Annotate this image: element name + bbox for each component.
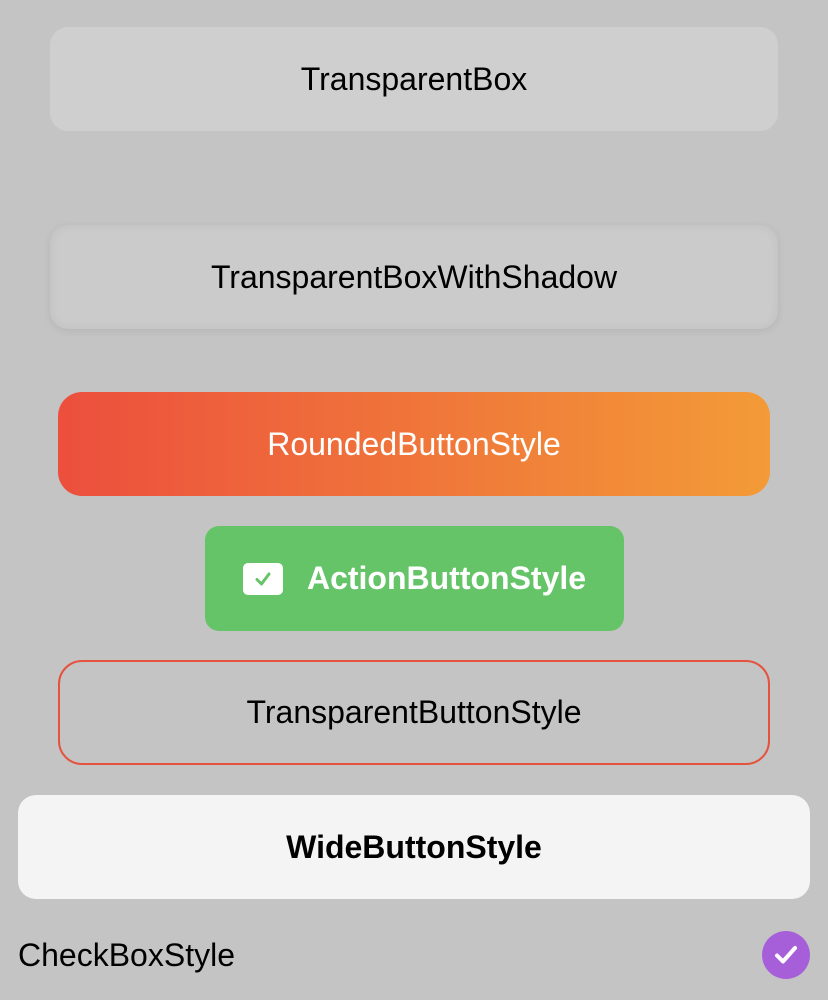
rounded-button-style-label: RoundedButtonStyle (267, 425, 561, 462)
transparent-box-with-shadow-button[interactable]: TransparentBoxWithShadow (50, 225, 778, 329)
checkmark-icon[interactable] (762, 931, 810, 979)
action-button-style-button[interactable]: ActionButtonStyle (205, 526, 624, 631)
checkbox-checked-icon (242, 562, 283, 595)
transparent-box-with-shadow-label: TransparentBoxWithShadow (210, 258, 618, 295)
transparent-box-label: TransparentBox (300, 60, 528, 97)
transparent-button-style-label: TransparentButtonStyle (246, 694, 582, 730)
checkbox-style-row[interactable]: CheckBoxStyle (18, 925, 810, 985)
wide-button-style-label: WideButtonStyle (286, 828, 542, 865)
action-button-style-label: ActionButtonStyle (306, 560, 587, 596)
rounded-button-style-button[interactable]: RoundedButtonStyle (58, 392, 770, 496)
transparent-button-style-button[interactable]: TransparentButtonStyle (58, 660, 770, 765)
wide-button-style-button[interactable]: WideButtonStyle (18, 795, 810, 899)
checkbox-style-label: CheckBoxStyle (18, 936, 235, 973)
transparent-box-button[interactable]: TransparentBox (50, 27, 778, 131)
